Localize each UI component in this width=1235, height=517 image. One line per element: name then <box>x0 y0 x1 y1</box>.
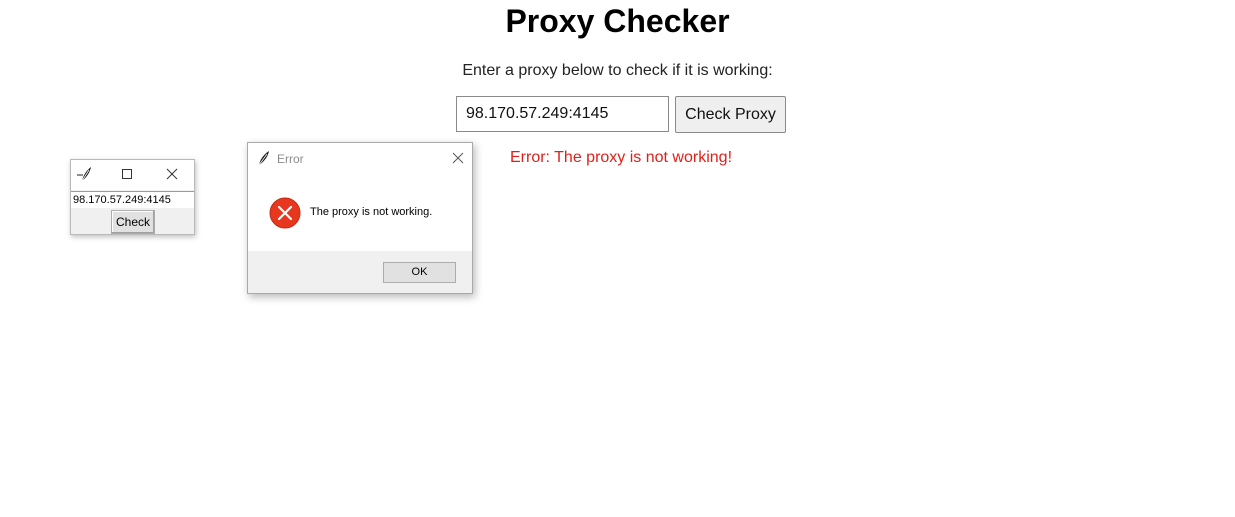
proxy-input[interactable] <box>456 96 669 132</box>
feather-icon <box>77 167 91 182</box>
instruction-text: Enter a proxy below to check if it is wo… <box>462 62 773 79</box>
maximize-icon[interactable] <box>121 168 133 180</box>
dialog-message: The proxy is not working. <box>310 206 433 218</box>
close-icon[interactable] <box>166 168 178 180</box>
page-title: Proxy Checker <box>505 3 730 39</box>
mini-check-button[interactable]: Check <box>111 210 155 234</box>
mini-titlebar <box>71 160 194 190</box>
feather-icon <box>258 151 269 166</box>
error-dialog: Error The proxy is not working. OK <box>247 142 473 294</box>
error-message: Error: The proxy is not working! <box>510 149 733 166</box>
mini-checker-window: Check <box>70 159 195 235</box>
check-proxy-button[interactable]: Check Proxy <box>675 96 786 133</box>
mini-proxy-entry[interactable] <box>71 191 194 208</box>
dialog-footer: OK <box>248 251 472 293</box>
error-icon <box>269 197 301 229</box>
close-icon[interactable] <box>452 152 464 164</box>
dialog-title: Error <box>277 152 304 166</box>
ok-button[interactable]: OK <box>383 262 456 283</box>
